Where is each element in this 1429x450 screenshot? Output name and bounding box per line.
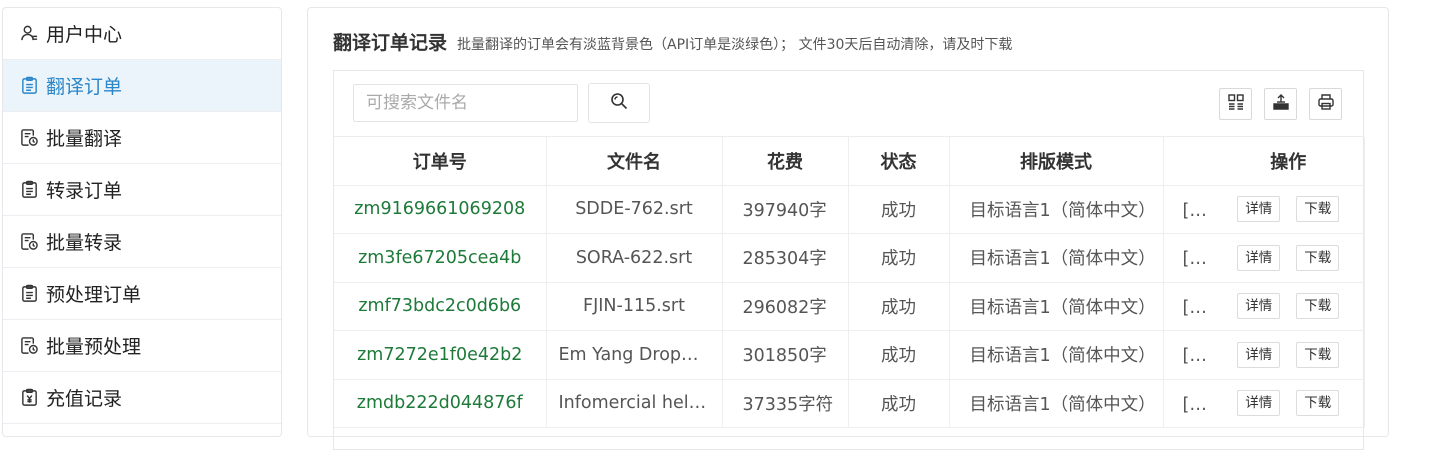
file-name-cell: SDDE-762.srt — [546, 185, 723, 234]
clipboard-icon — [19, 180, 39, 200]
yuan-clipboard-icon — [19, 388, 39, 408]
column-header-order[interactable]: 订单号 — [334, 137, 547, 186]
table-row: zm7272e1f0e42b2 Em Yang Dropping.srt 301… — [334, 330, 1365, 380]
detail-button[interactable]: 详情 — [1237, 293, 1281, 320]
sidebar-item-label: 批量翻译 — [46, 128, 123, 150]
user-icon — [19, 24, 39, 44]
sidebar-item-label: 转录订单 — [46, 180, 123, 202]
extra-cell: [官] — [1163, 379, 1213, 428]
actions-cell: 详情 下载 — [1213, 330, 1365, 380]
actions-cell: 详情 下载 — [1213, 282, 1365, 331]
sidebar-item-label: 翻译订单 — [46, 76, 123, 98]
cost-cell: 37335字符 — [722, 379, 849, 428]
orders-table: 订单号 文件名 花费 状态 排版模式 操作 zm9169661069208 SD… — [334, 137, 1365, 428]
sidebar-item-preprocess-orders[interactable]: 预处理订单 — [3, 268, 281, 320]
table-header-row: 订单号 文件名 花费 状态 排版模式 操作 — [334, 137, 1365, 186]
sidebar-item-transcription-orders[interactable]: 转录订单 — [3, 164, 281, 216]
batch-doc-icon — [19, 336, 39, 356]
column-header-extra — [1163, 137, 1213, 186]
search-button[interactable] — [588, 83, 650, 123]
column-header-cost[interactable]: 花费 — [722, 137, 849, 186]
status-cell: 成功 — [848, 282, 950, 331]
download-button[interactable]: 下载 — [1296, 390, 1340, 417]
table-row: zm9169661069208 SDDE-762.srt 397940字 成功 … — [334, 185, 1365, 234]
order-id-link[interactable]: zm7272e1f0e42b2 — [334, 330, 547, 380]
order-id-link[interactable]: zm9169661069208 — [334, 185, 547, 234]
sidebar-item-label: 充值记录 — [46, 388, 123, 410]
table-toolbar — [334, 71, 1363, 137]
main-panel: 翻译订单记录 批量翻译的订单会有淡蓝背景色（API订单是淡绿色）； 文件30天后… — [307, 7, 1389, 450]
download-button[interactable]: 下载 — [1296, 293, 1340, 320]
clipboard-icon — [19, 76, 39, 96]
status-cell: 成功 — [848, 330, 950, 380]
sidebar-item-label: 用户中心 — [46, 24, 123, 46]
layout-cell: 目标语言1（简体中文） — [949, 379, 1164, 428]
detail-button[interactable]: 详情 — [1237, 244, 1281, 271]
file-name-cell: SORA-622.srt — [546, 233, 723, 283]
sidebar: 用户中心 翻译订单 批量翻译 转录订单 批量转录 预处理订单 批量预处理 充值记… — [2, 7, 282, 437]
download-button[interactable]: 下载 — [1296, 341, 1340, 368]
layout-cell: 目标语言1（简体中文） — [949, 185, 1164, 234]
table-row: zmdb222d044876f Infomercial hell.srt 373… — [334, 379, 1365, 428]
column-header-layout[interactable]: 排版模式 — [949, 137, 1164, 186]
extra-cell: [官] — [1163, 282, 1213, 331]
search-input[interactable] — [353, 84, 578, 122]
sidebar-item-label: 批量预处理 — [46, 336, 142, 358]
order-id-link[interactable]: zmf73bdc2c0d6b6 — [334, 282, 547, 331]
cost-cell: 397940字 — [722, 185, 849, 234]
detail-button[interactable]: 详情 — [1237, 390, 1281, 417]
extra-cell: [官] — [1163, 330, 1213, 380]
cost-cell: 301850字 — [722, 330, 849, 380]
sidebar-item-batch-preprocess[interactable]: 批量预处理 — [3, 320, 281, 372]
batch-doc-icon — [19, 232, 39, 252]
status-cell: 成功 — [848, 185, 950, 234]
page-title: 翻译订单记录 — [333, 32, 448, 54]
detail-button[interactable]: 详情 — [1237, 196, 1281, 223]
sidebar-item-translation-orders[interactable]: 翻译订单 — [3, 60, 281, 112]
layout-cell: 目标语言1（简体中文） — [949, 330, 1164, 380]
cost-cell: 296082字 — [722, 282, 849, 331]
actions-cell: 详情 下载 — [1213, 379, 1365, 428]
sidebar-item-user-center[interactable]: 用户中心 — [3, 8, 281, 60]
sidebar-item-label: 预处理订单 — [46, 284, 142, 306]
search-icon — [609, 91, 629, 115]
table-row: zmf73bdc2c0d6b6 FJIN-115.srt 296082字 成功 … — [334, 282, 1365, 331]
print-button[interactable] — [1309, 88, 1342, 120]
detail-button[interactable]: 详情 — [1237, 341, 1281, 368]
print-icon — [1317, 93, 1335, 115]
sidebar-item-label: 批量转录 — [46, 232, 123, 254]
header: 翻译订单记录 批量翻译的订单会有淡蓝背景色（API订单是淡绿色）； 文件30天后… — [333, 28, 1012, 55]
file-name-cell: FJIN-115.srt — [546, 282, 723, 331]
cost-cell: 285304字 — [722, 233, 849, 283]
order-id-link[interactable]: zmdb222d044876f — [334, 379, 547, 428]
sidebar-item-recharge-records[interactable]: 充值记录 — [3, 372, 281, 424]
sidebar-item-batch-transcription[interactable]: 批量转录 — [3, 216, 281, 268]
export-icon — [1272, 93, 1290, 115]
status-cell: 成功 — [848, 233, 950, 283]
extra-cell: [官] — [1163, 185, 1213, 234]
column-header-file[interactable]: 文件名 — [546, 137, 723, 186]
download-button[interactable]: 下载 — [1296, 244, 1340, 271]
clipboard-icon — [19, 284, 39, 304]
status-cell: 成功 — [848, 379, 950, 428]
sidebar-item-batch-translation[interactable]: 批量翻译 — [3, 112, 281, 164]
orders-table-container: 订单号 文件名 花费 状态 排版模式 操作 zm9169661069208 SD… — [333, 70, 1365, 450]
export-button[interactable] — [1264, 88, 1297, 120]
page-subtitle: 批量翻译的订单会有淡蓝背景色（API订单是淡绿色）； 文件30天后自动清除，请及… — [457, 37, 1013, 53]
actions-cell: 详情 下载 — [1213, 233, 1365, 283]
columns-button[interactable] — [1219, 88, 1252, 120]
column-header-actions: 操作 — [1213, 137, 1365, 186]
grid-columns-icon — [1227, 93, 1245, 115]
download-button[interactable]: 下载 — [1296, 196, 1340, 223]
actions-cell: 详情 下载 — [1213, 185, 1365, 234]
table-row: zm3fe67205cea4b SORA-622.srt 285304字 成功 … — [334, 233, 1365, 283]
order-id-link[interactable]: zm3fe67205cea4b — [334, 233, 547, 283]
file-name-cell: Em Yang Dropping.srt — [546, 330, 723, 380]
batch-doc-icon — [19, 128, 39, 148]
column-header-status[interactable]: 状态 — [848, 137, 950, 186]
extra-cell: [官] — [1163, 233, 1213, 283]
layout-cell: 目标语言1（简体中文） — [949, 282, 1164, 331]
layout-cell: 目标语言1（简体中文） — [949, 233, 1164, 283]
file-name-cell: Infomercial hell.srt — [546, 379, 723, 428]
